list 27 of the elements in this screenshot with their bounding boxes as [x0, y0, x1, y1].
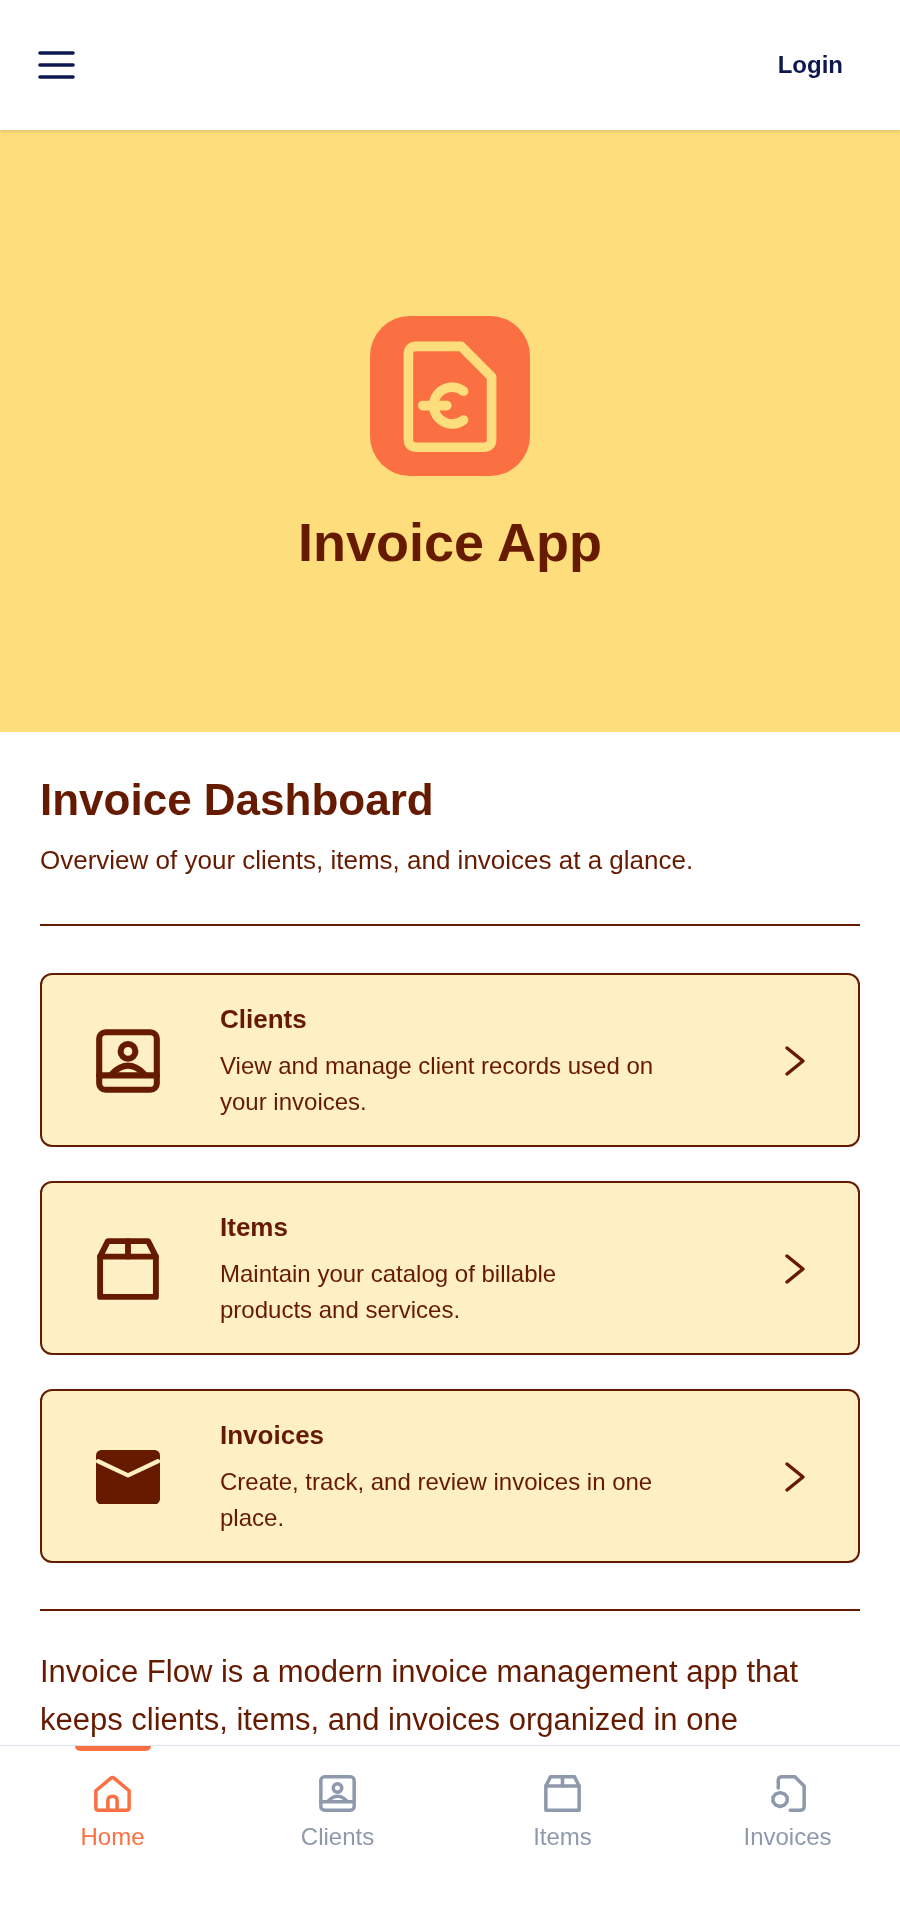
chevron-right-icon — [784, 1045, 806, 1077]
nav-card[interactable]: Clients View and manage client records used on your invoices. — [40, 973, 860, 1147]
nav-card[interactable]: Invoices Create, track, and review invoices in one place. — [40, 1389, 860, 1563]
card-title: Clients — [220, 1003, 308, 1036]
card-description: Maintain your catalog of billable products and services. — [220, 1259, 558, 1325]
euro-document-icon — [370, 316, 530, 476]
card-description: View and manage client records used on your invoices. — [220, 1051, 654, 1117]
about-paragraph: Invoice Flow is a modern invoice management app that keeps clients, items, and invoices organized in one — [40, 1653, 800, 1739]
portrait-card-icon — [96, 1029, 160, 1093]
card-title: Invoices — [220, 1419, 326, 1452]
envelope-icon — [96, 1449, 160, 1505]
chevron-right-icon — [784, 1253, 806, 1285]
app-title: Invoice App — [297, 511, 602, 574]
page-subtitle: Overview of your clients, items, and invoices at a glance. — [40, 844, 695, 877]
box-icon — [97, 1238, 159, 1300]
page-heading: Invoice Dashboard — [40, 774, 435, 826]
portrait-card-icon — [319, 1775, 356, 1812]
document-badge-icon — [769, 1775, 806, 1812]
card-description: Create, track, and review invoices in one place. — [220, 1467, 654, 1533]
chevron-right-icon — [784, 1461, 806, 1493]
menu-button[interactable] — [38, 51, 75, 79]
box-icon — [544, 1775, 581, 1812]
login-link[interactable]: Login — [777, 51, 843, 79]
nav-card[interactable]: Items Maintain your catalog of billable products and services. — [40, 1181, 860, 1355]
menu-icon — [38, 51, 75, 79]
home-icon — [94, 1775, 131, 1812]
card-title: Items — [220, 1211, 289, 1244]
